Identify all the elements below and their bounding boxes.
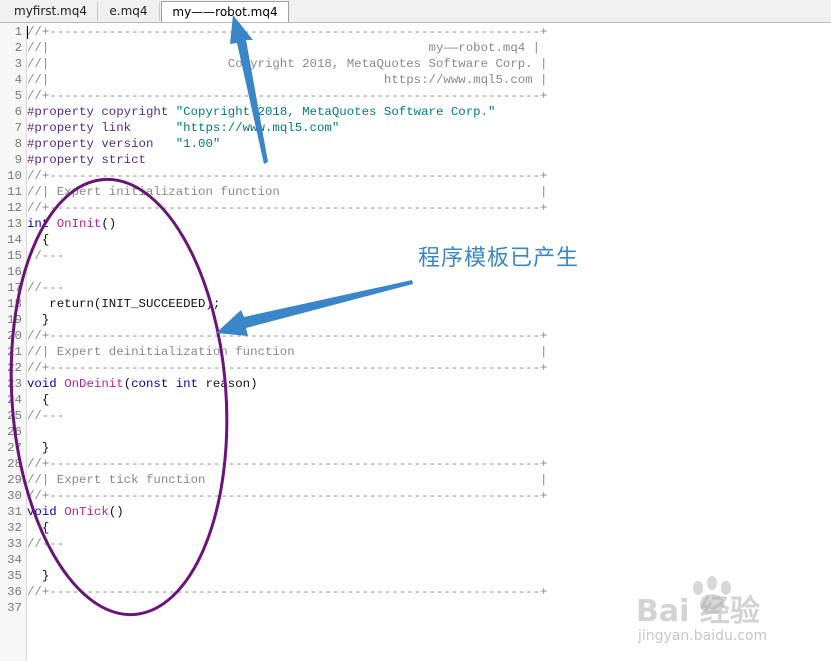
watermark-brand: Bai 经验 <box>636 594 760 629</box>
annotation-overlay <box>9 15 413 617</box>
highlight-ellipse <box>9 177 229 617</box>
watermark-url: jingyan.baidu.com <box>638 628 768 644</box>
baidu-watermark: Bai 经验 jingyan.baidu.com <box>636 576 826 656</box>
annotation-caption: 程序模板已产生 <box>418 246 580 271</box>
arrow-to-tab <box>230 15 268 164</box>
arrow-to-code <box>216 280 413 336</box>
